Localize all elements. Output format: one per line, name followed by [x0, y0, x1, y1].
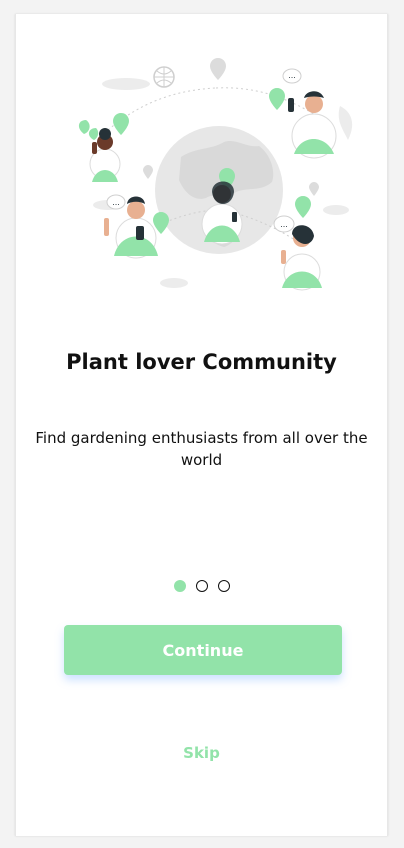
location-pin-icon — [210, 58, 226, 80]
skip-button[interactable]: Skip — [16, 744, 387, 762]
pagination-dots — [16, 580, 387, 592]
cloud — [102, 78, 150, 90]
location-pin-icon — [295, 196, 311, 218]
location-pin-icon — [143, 165, 153, 179]
community-illustration: ... ... ... — [78, 58, 353, 291]
pagination-dot-2[interactable] — [195, 580, 208, 592]
leaf — [78, 120, 90, 134]
pagination-dot-3[interactable] — [217, 580, 230, 592]
chat-bubble-text: ... — [112, 198, 120, 207]
pagination-dot-1[interactable] — [173, 580, 186, 592]
location-pin-icon — [153, 212, 169, 234]
location-pin-icon — [309, 182, 319, 196]
chat-bubble-text: ... — [288, 71, 296, 80]
onboarding-subtitle: Find gardening enthusiasts from all over… — [35, 429, 368, 469]
onboarding-screen: ... ... ... Plant lover Community Find g… — [15, 14, 388, 836]
onboarding-title: Plant lover Community — [66, 350, 337, 374]
plant — [338, 106, 353, 140]
location-pin-icon — [269, 88, 285, 110]
leaf — [88, 128, 99, 140]
cloud — [323, 205, 349, 215]
chat-bubble-text: ... — [280, 220, 288, 229]
connection-line — [215, 87, 315, 115]
location-pin-icon — [113, 113, 129, 135]
continue-button[interactable]: Continue — [64, 625, 342, 675]
cloud — [160, 278, 188, 288]
